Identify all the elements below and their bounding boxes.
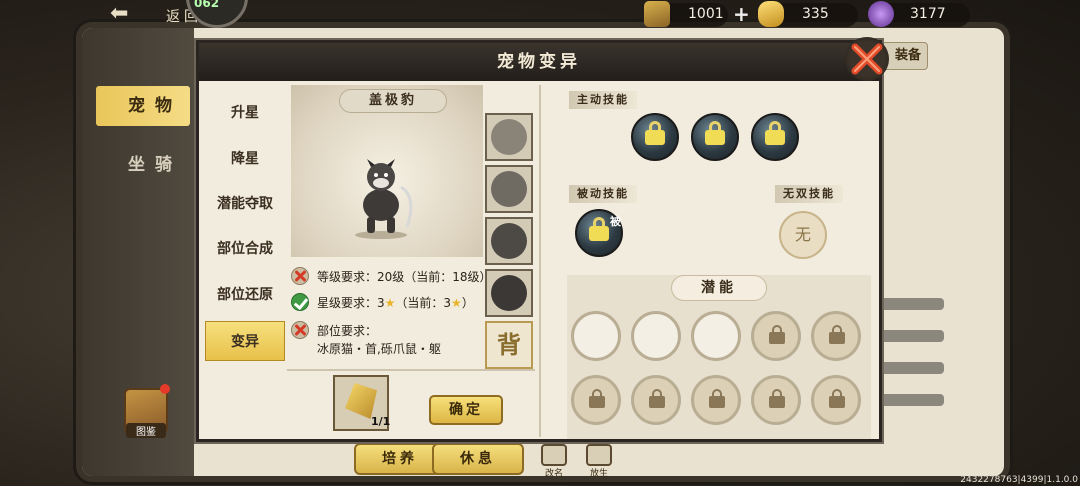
active-skill-slot-3[interactable] [751, 113, 799, 161]
book-tab-pet[interactable]: 宠物 [96, 86, 190, 126]
divider [287, 369, 535, 371]
potential-slot-9[interactable] [751, 375, 801, 425]
potential-slot-1[interactable] [571, 311, 621, 361]
release-button[interactable]: 放生 [583, 444, 615, 479]
rename-button[interactable]: 改名 [538, 444, 570, 479]
menu-item-potential-steal[interactable]: 潜能夺取 [205, 184, 285, 224]
player-level-badge: 062 [194, 0, 220, 10]
requirement-part-text: 部位要求： [317, 324, 378, 338]
lotus-icon [586, 444, 612, 466]
lock-icon [829, 325, 845, 344]
pet-mutation-dialog: 宠物变异 升星 降星 潜能夺取 部位合成 部位还原 变异 盖极豹 背 等级要求：… [196, 37, 889, 442]
edit-icon [541, 444, 567, 466]
scroll-currency-value: 1001 [688, 6, 724, 22]
pet-figure [355, 159, 413, 239]
passive-skills-label: 被动技能 [569, 185, 637, 203]
star-icon: ★ [451, 296, 462, 310]
part-thumb-back[interactable]: 背 [485, 321, 533, 369]
fail-icon [291, 267, 309, 285]
lock-icon [769, 389, 785, 408]
lock-icon [705, 121, 725, 145]
potential-slot-6[interactable] [571, 375, 621, 425]
menu-item-star-down[interactable]: 降星 [205, 139, 285, 179]
confirm-button[interactable]: 确定 [429, 395, 503, 425]
requirement-star-text-wrapper: 星级要求：3★（当前：3★） [317, 294, 474, 311]
menu-item-star-up[interactable]: 升星 [205, 93, 285, 133]
material-icon [345, 383, 377, 419]
requirement-part-list: 冰原猫・首,砾爪鼠・躯 [317, 342, 441, 356]
rest-button[interactable]: 休息 [432, 443, 524, 475]
menu-item-mutation[interactable]: 变异 [205, 321, 285, 361]
rename-label: 改名 [544, 469, 563, 479]
passive-mark: 被 [610, 215, 621, 228]
active-skills-label: 主动技能 [569, 91, 637, 109]
active-skill-slot-2[interactable] [691, 113, 739, 161]
dialog-header: 宠物变异 [199, 43, 879, 81]
part-thumb-head[interactable] [485, 113, 533, 161]
back-arrow-icon: ⬅ [110, 1, 129, 26]
potential-slot-7[interactable] [631, 375, 681, 425]
part-thumb-limbs[interactable] [485, 217, 533, 265]
pet-name: 盖极豹 [339, 89, 447, 113]
lock-icon [645, 121, 665, 145]
requirement-star-text: 星级要求：3 [317, 296, 385, 310]
close-button[interactable] [845, 37, 889, 81]
orb-value: 3177 [910, 6, 946, 22]
menu-item-part-combine[interactable]: 部位合成 [205, 229, 285, 269]
part-thumb-body[interactable] [485, 165, 533, 213]
fail-icon [291, 321, 309, 339]
active-skill-slot-1[interactable] [631, 113, 679, 161]
lock-icon [649, 389, 665, 408]
potential-slot-5[interactable] [811, 311, 861, 361]
gold-value: 335 [802, 6, 829, 22]
menu-item-part-restore[interactable]: 部位还原 [205, 275, 285, 315]
codex-label: 图鉴 [126, 423, 166, 438]
potential-slot-2[interactable] [631, 311, 681, 361]
mutation-material-slot[interactable]: 1/1 [333, 375, 391, 431]
release-label: 放生 [589, 469, 608, 479]
star-icon: ★ [384, 296, 396, 310]
potential-slot-3[interactable] [691, 311, 741, 361]
version-string: 2432278763|4399|1.1.0.0 [960, 475, 1078, 485]
divider [539, 85, 541, 437]
scroll-currency-icon [644, 1, 670, 27]
unique-skill-empty: 无 [779, 211, 827, 259]
purple-orb-icon [868, 1, 894, 27]
lock-icon [589, 217, 609, 241]
book-tab-mount[interactable]: 坐骑 [96, 145, 190, 185]
material-count: 1/1 [371, 415, 391, 428]
lock-icon [589, 389, 605, 408]
potential-slot-4[interactable] [751, 311, 801, 361]
potential-slot-10[interactable] [811, 375, 861, 425]
requirement-level-text: 等级要求：20级（当前：18级） [317, 270, 492, 284]
dialog-title: 宠物变异 [497, 52, 581, 72]
potential-slot-8[interactable] [691, 375, 741, 425]
unique-skills-label: 无双技能 [775, 185, 843, 203]
close-icon [851, 43, 883, 75]
part-thumb-tail[interactable] [485, 269, 533, 317]
add-currency-button[interactable]: + [733, 2, 750, 26]
requirement-star-close: ） [461, 296, 474, 310]
gold-ingot-icon [758, 1, 784, 27]
pass-icon [291, 293, 309, 311]
lock-icon [769, 325, 785, 344]
requirement-star-current: （当前：3 [395, 296, 452, 310]
passive-skill-slot[interactable]: 被 [575, 209, 623, 257]
lock-icon [709, 389, 725, 408]
lock-icon [765, 121, 785, 145]
potential-title: 潜能 [671, 275, 767, 301]
lock-icon [829, 389, 845, 408]
